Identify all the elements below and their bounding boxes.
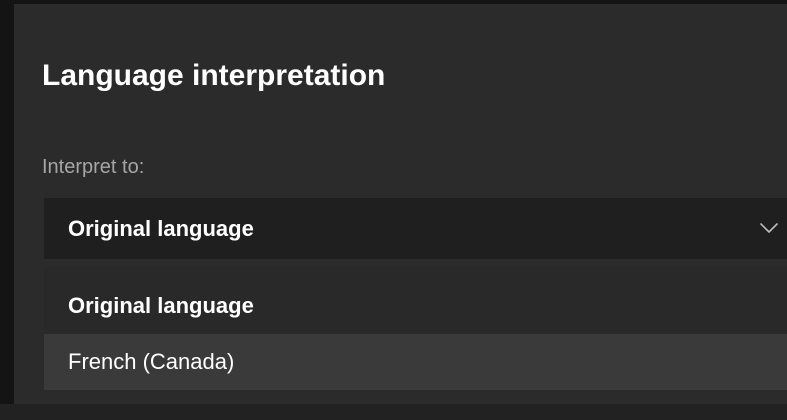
chevron-down-icon	[760, 223, 778, 233]
option-original-language[interactable]: Original language	[44, 278, 787, 334]
language-options-list: Original language French (Canada)	[44, 266, 787, 390]
bottom-divider	[0, 404, 787, 420]
option-french-canada[interactable]: French (Canada)	[44, 334, 787, 390]
interpret-to-dropdown[interactable]: Original language	[44, 198, 787, 259]
panel-title: Language interpretation	[42, 59, 386, 92]
option-label: French (Canada)	[68, 349, 235, 374]
option-label: Original language	[68, 293, 254, 318]
language-interpretation-panel: Language interpretation Interpret to: Or…	[14, 0, 787, 420]
selected-language-value: Original language	[68, 216, 254, 241]
interpret-to-label: Interpret to:	[42, 156, 145, 178]
